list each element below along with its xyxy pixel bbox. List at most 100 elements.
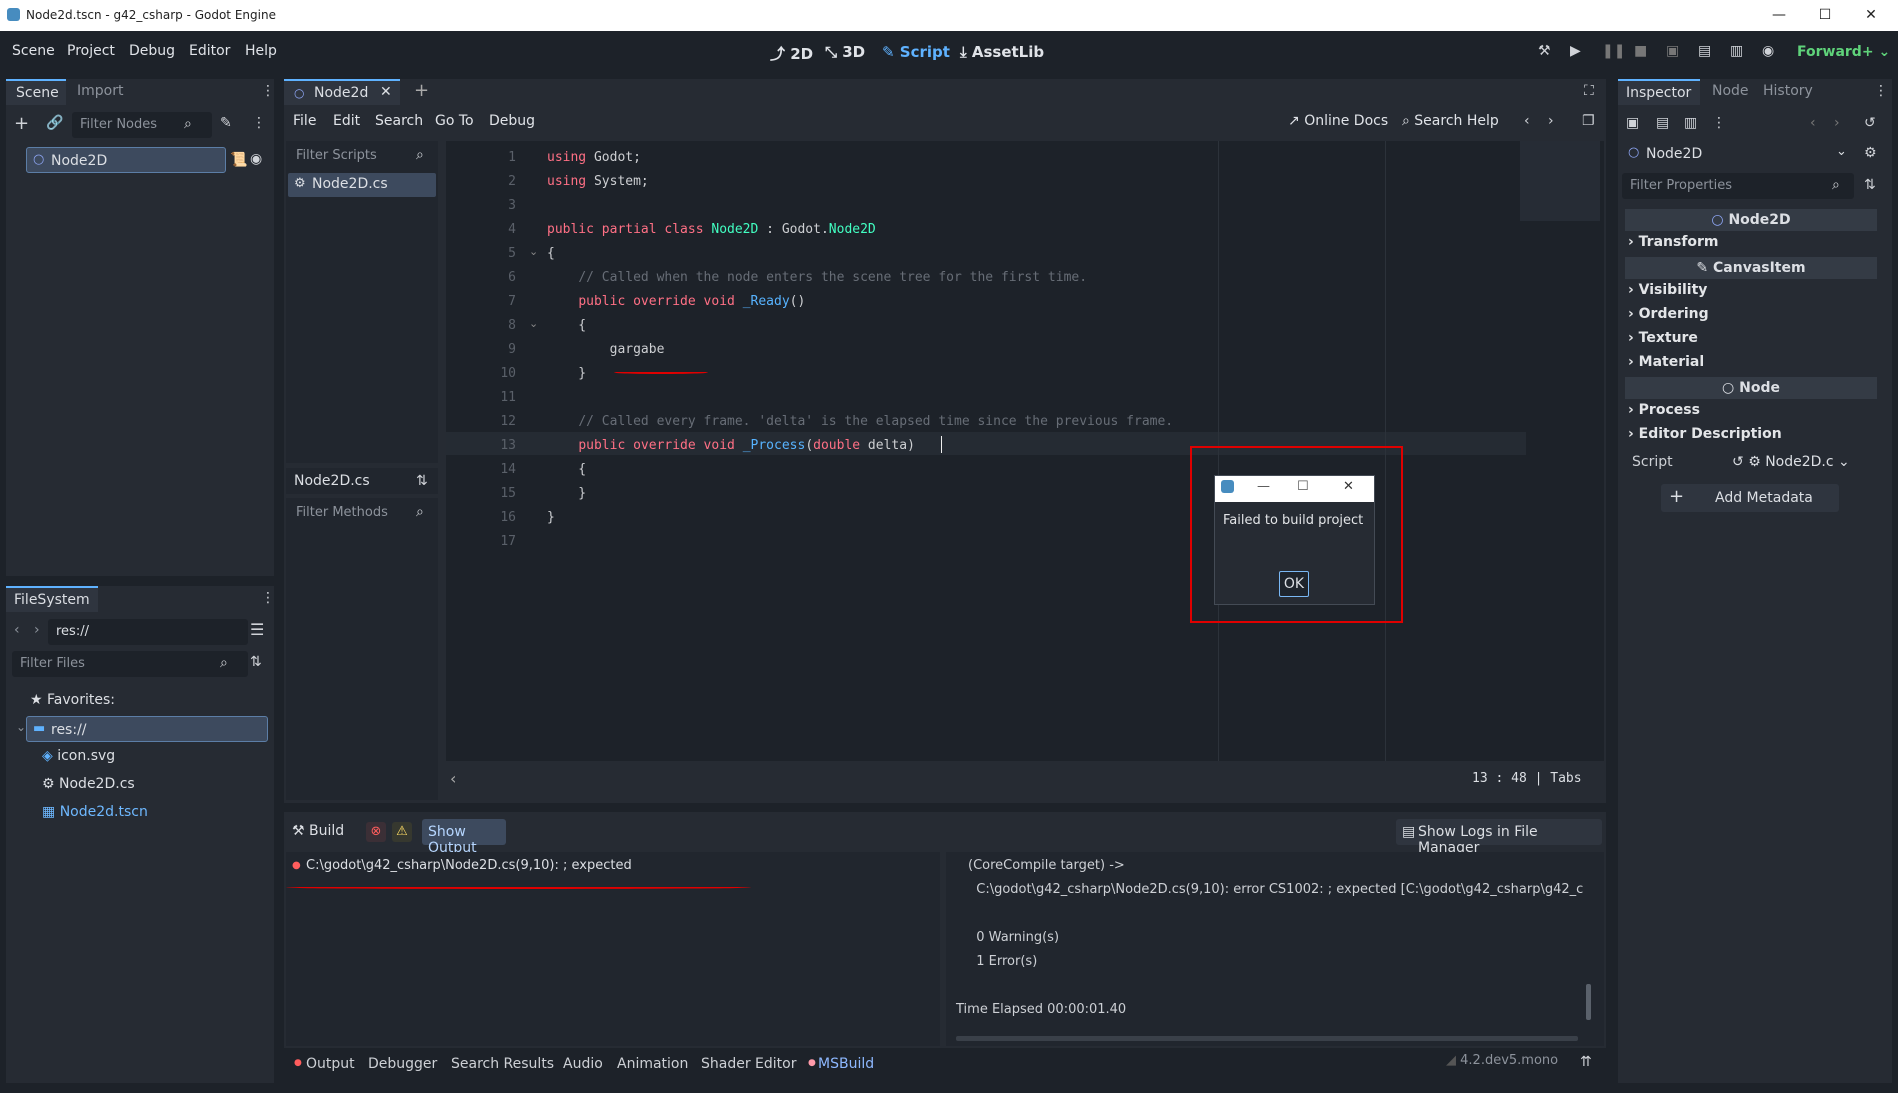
script-menu-search[interactable]: Search: [375, 113, 423, 129]
fold-arrow-icon[interactable]: ⌄: [529, 245, 538, 258]
dock-menu-icon[interactable]: ⋮: [261, 590, 275, 606]
vertical-scrollbar[interactable]: [1586, 984, 1591, 1020]
bottom-tab-shader-editor[interactable]: Shader Editor: [701, 1056, 796, 1072]
tab-node[interactable]: Node: [1712, 83, 1749, 99]
file-item[interactable]: ◈ icon.svg: [42, 748, 115, 764]
search-help-button[interactable]: ⌕ Search Help: [1402, 113, 1499, 129]
bottom-tab-output[interactable]: Output: [306, 1056, 355, 1072]
maximize-button[interactable]: ☐: [1802, 0, 1848, 31]
scene-tree-node-node2d[interactable]: ○ Node2D: [26, 147, 226, 173]
dock-menu-icon[interactable]: ⋮: [1874, 83, 1888, 99]
filter-methods-input[interactable]: Filter Methods: [288, 500, 436, 526]
tab-inspector[interactable]: Inspector: [1618, 79, 1700, 105]
workspace-script-button[interactable]: ✎ Script: [882, 43, 950, 61]
tab-history[interactable]: History: [1763, 83, 1813, 99]
expand-panel-icon[interactable]: ⇈: [1580, 1054, 1592, 1070]
save-icon[interactable]: ▥: [1684, 115, 1697, 131]
add-node-icon[interactable]: +: [14, 113, 29, 134]
filter-properties-input[interactable]: Filter Properties: [1622, 173, 1854, 199]
attach-script-icon[interactable]: ✎: [220, 115, 232, 131]
filter-errors-icon[interactable]: ⊗: [366, 822, 386, 842]
group-texture[interactable]: › Texture: [1628, 330, 1698, 346]
group-process[interactable]: › Process: [1628, 402, 1700, 418]
scene-menu-icon[interactable]: ⋮: [252, 115, 266, 131]
group-editor-description[interactable]: › Editor Description: [1628, 426, 1782, 442]
bottom-tab-debugger[interactable]: Debugger: [368, 1056, 437, 1072]
script-property-value[interactable]: ↺ ⚙ Node2D.c ⌄: [1732, 454, 1850, 470]
script-menu-edit[interactable]: Edit: [333, 113, 360, 129]
object-selector[interactable]: ○ Node2D ⌄: [1622, 141, 1854, 167]
minimap[interactable]: [1520, 141, 1600, 221]
tab-node2d[interactable]: ○ Node2d ✕: [284, 79, 400, 105]
distraction-free-icon[interactable]: ⛶: [1584, 83, 1594, 99]
dock-menu-icon[interactable]: ⋮: [261, 83, 275, 99]
bottom-tab-msbuild[interactable]: MSBuild: [818, 1056, 874, 1072]
group-transform[interactable]: › Transform: [1628, 234, 1719, 250]
menu-project[interactable]: Project: [67, 43, 115, 59]
issue-item[interactable]: C:\godot\g42_csharp\Node2D.cs(9,10): ; e…: [306, 858, 632, 873]
online-docs-button[interactable]: ↗ Online Docs: [1288, 113, 1388, 129]
tab-import[interactable]: Import: [77, 83, 123, 99]
play-scene-icon[interactable]: ▤: [1698, 43, 1711, 59]
group-material[interactable]: › Material: [1628, 354, 1704, 370]
folder-res-root[interactable]: ▬ res://: [26, 716, 268, 742]
close-button[interactable]: ✕: [1848, 0, 1894, 31]
back-icon[interactable]: ‹: [14, 622, 20, 638]
dialog-close-icon[interactable]: ✕: [1343, 479, 1354, 494]
sort-icon[interactable]: ⇅: [250, 654, 262, 670]
history-back-icon[interactable]: ‹: [1524, 113, 1530, 129]
resource-menu-icon[interactable]: ⋮: [1712, 115, 1726, 131]
movie-maker-icon[interactable]: ◉: [1762, 43, 1774, 59]
scroll-left-icon[interactable]: [614, 726, 626, 727]
bottom-tab-audio[interactable]: Audio: [563, 1056, 603, 1072]
filter-files-input[interactable]: Filter Files: [12, 651, 248, 677]
dialog-minimize-icon[interactable]: —: [1257, 479, 1270, 494]
script-menu-debug[interactable]: Debug: [489, 113, 535, 129]
favorites-item[interactable]: ★ Favorites:: [30, 692, 115, 708]
build-button[interactable]: ⚒ Build: [292, 823, 344, 839]
split-mode-icon[interactable]: ☰: [250, 620, 264, 639]
script-attached-icon[interactable]: 📜: [230, 152, 247, 168]
history-forward-icon[interactable]: ›: [1834, 115, 1840, 131]
object-properties-icon[interactable]: ⚙: [1864, 145, 1877, 161]
sort-methods-icon[interactable]: ⇅: [416, 473, 428, 489]
menu-help[interactable]: Help: [245, 43, 277, 59]
play-custom-scene-icon[interactable]: ▥: [1730, 43, 1743, 59]
close-tab-icon[interactable]: ✕: [380, 84, 392, 100]
menu-debug[interactable]: Debug: [129, 43, 175, 59]
add-metadata-button[interactable]: + Add Metadata: [1661, 484, 1839, 512]
horizontal-scrollbar[interactable]: [956, 1036, 1578, 1041]
history-back-icon[interactable]: ‹: [1810, 115, 1816, 131]
bottom-tab-animation[interactable]: Animation: [617, 1056, 688, 1072]
path-field[interactable]: res://: [48, 619, 248, 645]
new-resource-icon[interactable]: ▣: [1626, 115, 1639, 131]
play-icon[interactable]: ▶: [1570, 43, 1581, 59]
toggle-scripts-panel-icon[interactable]: ❐: [1582, 113, 1595, 129]
link-icon[interactable]: 🔗: [46, 115, 63, 131]
history-forward-icon[interactable]: ›: [1548, 113, 1554, 129]
minimize-button[interactable]: —: [1756, 0, 1802, 31]
file-item[interactable]: ⚙ Node2D.cs: [42, 776, 135, 792]
stop-icon[interactable]: ■: [1634, 43, 1647, 59]
open-folder-icon[interactable]: ▤: [1656, 115, 1669, 131]
renderer-select[interactable]: Forward+ ⌄: [1797, 44, 1890, 60]
toggle-scripts-chevron-icon[interactable]: ‹: [450, 769, 456, 788]
dialog-maximize-icon[interactable]: ☐: [1297, 479, 1309, 494]
script-menu-file[interactable]: File: [293, 113, 316, 129]
object-history-icon[interactable]: ↺: [1864, 115, 1876, 131]
fold-arrow-icon[interactable]: ⌄: [529, 317, 538, 330]
bottom-tab-search-results[interactable]: Search Results: [451, 1056, 554, 1072]
remote-debug-icon[interactable]: ▣: [1666, 43, 1679, 59]
filter-warnings-icon[interactable]: ⚠: [392, 822, 412, 842]
build-log[interactable]: (CoreCompile target) -> C:\godot\g42_csh…: [946, 852, 1604, 1046]
tab-filesystem[interactable]: FileSystem: [6, 586, 98, 612]
file-item[interactable]: ▦ Node2d.tscn: [42, 804, 148, 820]
script-menu-goto[interactable]: Go To: [435, 113, 474, 129]
pause-icon[interactable]: ❚❚: [1602, 43, 1625, 59]
script-list-item[interactable]: ⚙ Node2D.cs: [288, 173, 436, 197]
workspace-assetlib-button[interactable]: ⤓ AssetLib: [960, 43, 1044, 61]
filter-scripts-input[interactable]: Filter Scripts: [288, 143, 436, 169]
workspace-3d-button[interactable]: ⤡ 3D: [825, 43, 865, 61]
visibility-eye-icon[interactable]: ◉: [250, 151, 262, 167]
menu-editor[interactable]: Editor: [189, 43, 230, 59]
